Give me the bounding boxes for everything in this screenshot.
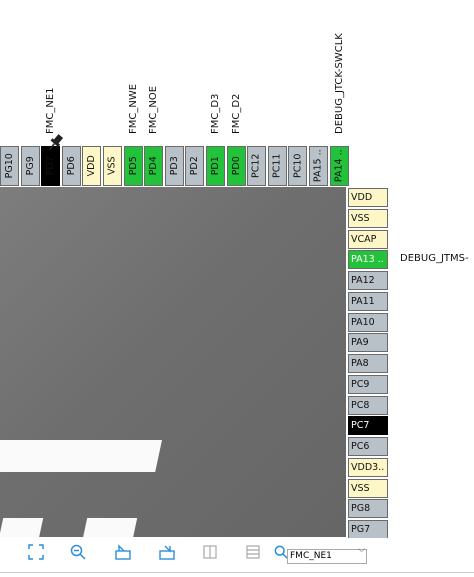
pin-pd3[interactable]: PD3 [164, 146, 184, 186]
signal-label-top: FMC_D3 [210, 93, 221, 134]
pin-pd4[interactable]: PD4 [144, 146, 164, 186]
pin-pc9[interactable]: PC9 [348, 374, 388, 394]
pin-pc12[interactable]: PC12 [247, 146, 267, 186]
signal-label-top: FMC_NWE [127, 83, 139, 134]
pin-label: PG10 [3, 153, 15, 179]
pin-pg8[interactable]: PG8 [348, 499, 388, 519]
chip-body [0, 187, 346, 537]
pin-pc8[interactable]: PC8 [348, 395, 388, 415]
pin-label: PC11 [271, 153, 283, 179]
pin-vdd[interactable]: VDD [348, 188, 388, 207]
pin-pg10[interactable]: PG10 [0, 146, 19, 186]
pin-label: PD1 [209, 156, 221, 176]
chevron-down-icon[interactable]: ⌵ [358, 543, 365, 558]
pin-label: PD3 [168, 156, 180, 176]
fit-screen-icon[interactable] [27, 543, 45, 561]
chip-logo-stripe [0, 440, 162, 472]
pin-pg7[interactable]: PG7 [348, 520, 388, 539]
pin-pa12[interactable]: PA12 [348, 271, 388, 290]
pin-pc7[interactable]: PC7 [348, 416, 388, 436]
pin-pa10[interactable]: PA10 [348, 312, 388, 332]
pin-vss[interactable]: VSS [348, 478, 388, 498]
signal-label-top: FMC_NOE [148, 85, 160, 134]
pin-pa11[interactable]: PA11 [348, 291, 388, 311]
pin-label: VDD [86, 155, 98, 177]
search-input[interactable] [287, 548, 367, 564]
pin-pd5[interactable]: PD5 [123, 146, 143, 186]
pin-label: PD5 [127, 156, 139, 176]
split-view-icon[interactable] [201, 543, 219, 561]
chip-logo-stripe [80, 518, 138, 537]
pin-vss[interactable]: VSS [103, 146, 122, 186]
pin-pa15[interactable]: PA15 .. [309, 146, 328, 186]
pin-pa13[interactable]: PA13 .. [348, 250, 388, 270]
chip-logo-stripe [0, 518, 44, 537]
pin-vcap[interactable]: VCAP [348, 229, 388, 249]
pinout-view: PG10 PG9 PD7 PD6 VDD VSS PD5 PD4 PD3 PD2 PD1 PD0 PC1… [0, 0, 474, 577]
pin-label: PD0 [230, 156, 242, 176]
pin-label: PD2 [189, 156, 201, 176]
divider [0, 572, 474, 573]
pin-pc11[interactable]: PC11 [267, 146, 287, 186]
signal-label-top: FMC_D2 [230, 93, 242, 134]
signal-label-top: FMC_NE1 [45, 87, 57, 134]
pin-label: PD7 [44, 156, 56, 176]
list-view-icon[interactable] [244, 543, 262, 561]
pin-vdd[interactable]: VDD [82, 146, 102, 186]
pin-label: PA14 .. [333, 149, 345, 183]
pin-pa8[interactable]: PA8 [348, 354, 388, 373]
pin-pc10[interactable]: PC10 [288, 146, 308, 186]
pin-label: PA15 .. [312, 149, 324, 183]
pin-lock-icon [48, 134, 64, 151]
pin-label: PG9 [24, 156, 36, 176]
pin-label: VSS [106, 156, 118, 176]
pin-pg9[interactable]: PG9 [20, 146, 40, 186]
pin-pa9[interactable]: PA9 [348, 333, 388, 353]
export-icon[interactable] [114, 543, 132, 561]
pin-vdd3[interactable]: VDD3.. [348, 457, 388, 477]
pin-label: PD4 [147, 156, 159, 176]
signal-label-top: DEBUG_JTCK-SWCLK [333, 33, 345, 134]
pin-pd0[interactable]: PD0 [226, 146, 246, 186]
pin-pd1[interactable]: PD1 [206, 146, 225, 186]
pin-label: PC12 [250, 153, 262, 179]
pin-pa14[interactable]: PA14 .. [329, 146, 349, 186]
pin-pd2[interactable]: PD2 [185, 146, 205, 186]
import-icon[interactable] [158, 543, 176, 561]
signal-label-right: DEBUG_JTMS- [400, 253, 469, 265]
zoom-out-icon[interactable] [69, 543, 87, 561]
search-combo[interactable]: ⌵ [287, 543, 367, 564]
pin-label: PC10 [292, 153, 304, 179]
pin-label: PD6 [65, 156, 77, 176]
pin-vss[interactable]: VSS [348, 208, 388, 228]
pin-pc6[interactable]: PC6 [348, 437, 388, 456]
